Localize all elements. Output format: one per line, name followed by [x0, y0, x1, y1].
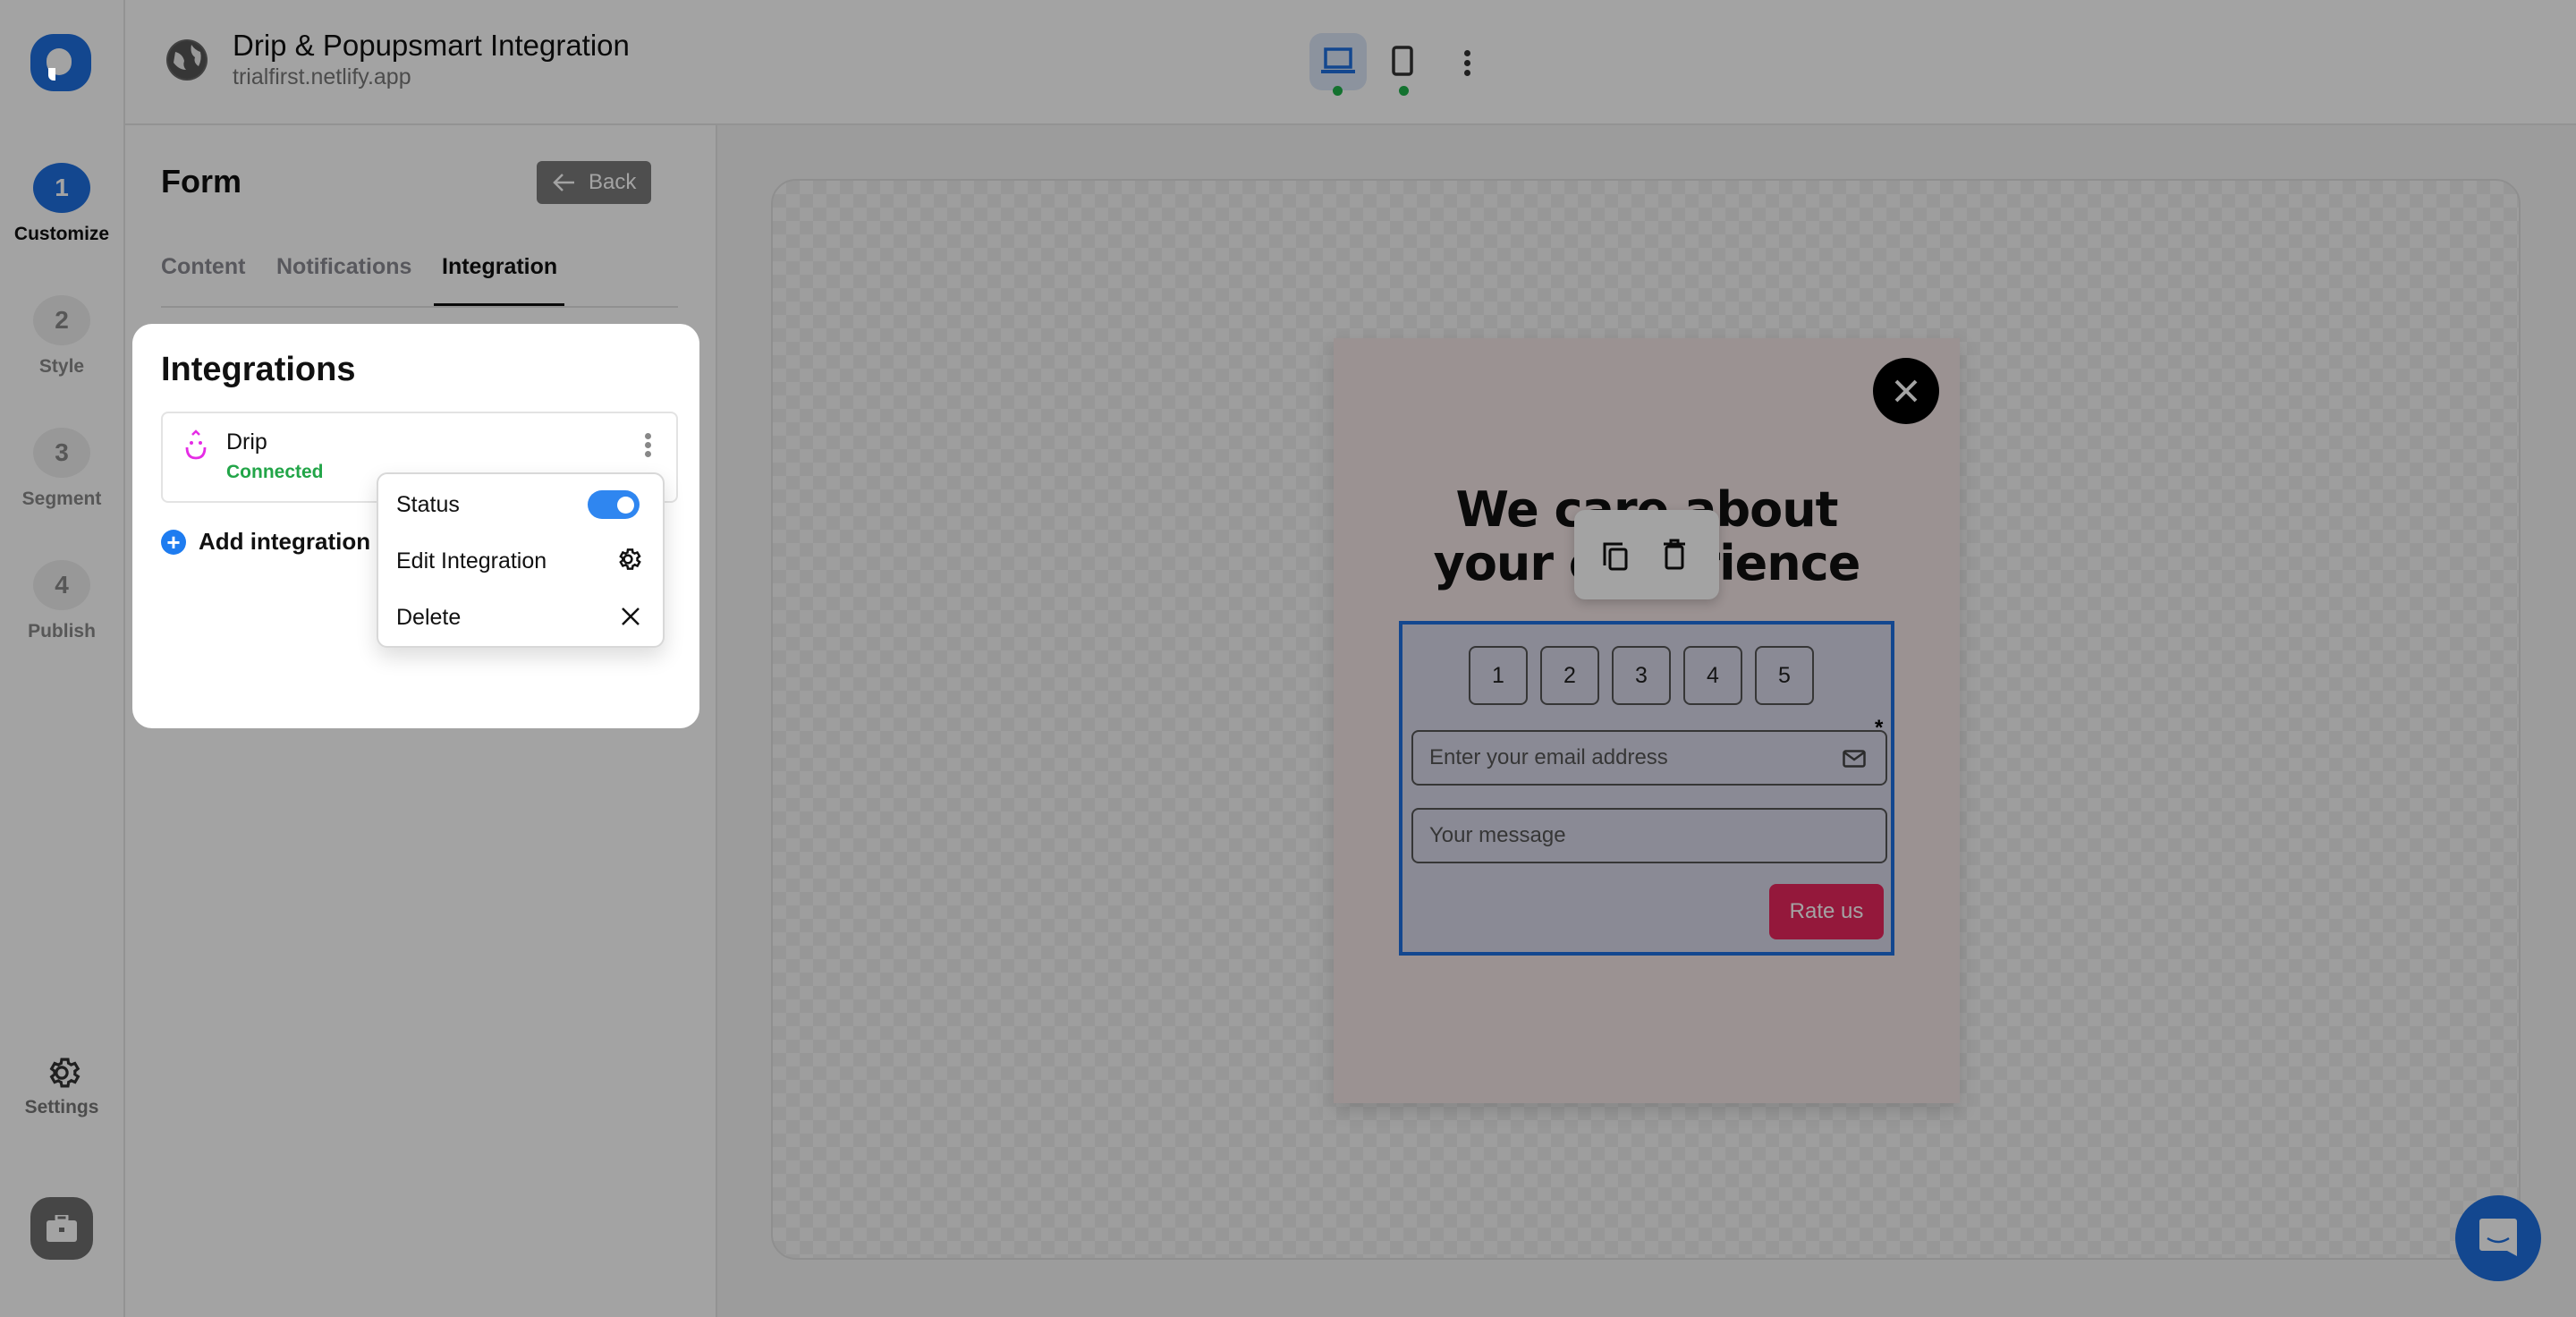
gear-icon[interactable]: [614, 546, 641, 573]
add-integration-label: Add integration: [199, 528, 371, 555]
menu-item-edit-integration[interactable]: Edit Integration: [396, 548, 547, 574]
integration-options-icon[interactable]: [645, 433, 654, 460]
menu-item-status: Status: [396, 492, 460, 517]
close-icon[interactable]: [621, 607, 640, 626]
integration-name: Drip: [226, 429, 267, 455]
status-toggle[interactable]: [588, 490, 640, 519]
integrations-title: Integrations: [161, 351, 356, 388]
menu-item-delete[interactable]: Delete: [396, 605, 461, 631]
drip-logo-icon: [185, 429, 207, 460]
plus-icon: +: [161, 530, 186, 555]
integration-status: Connected: [226, 462, 324, 482]
